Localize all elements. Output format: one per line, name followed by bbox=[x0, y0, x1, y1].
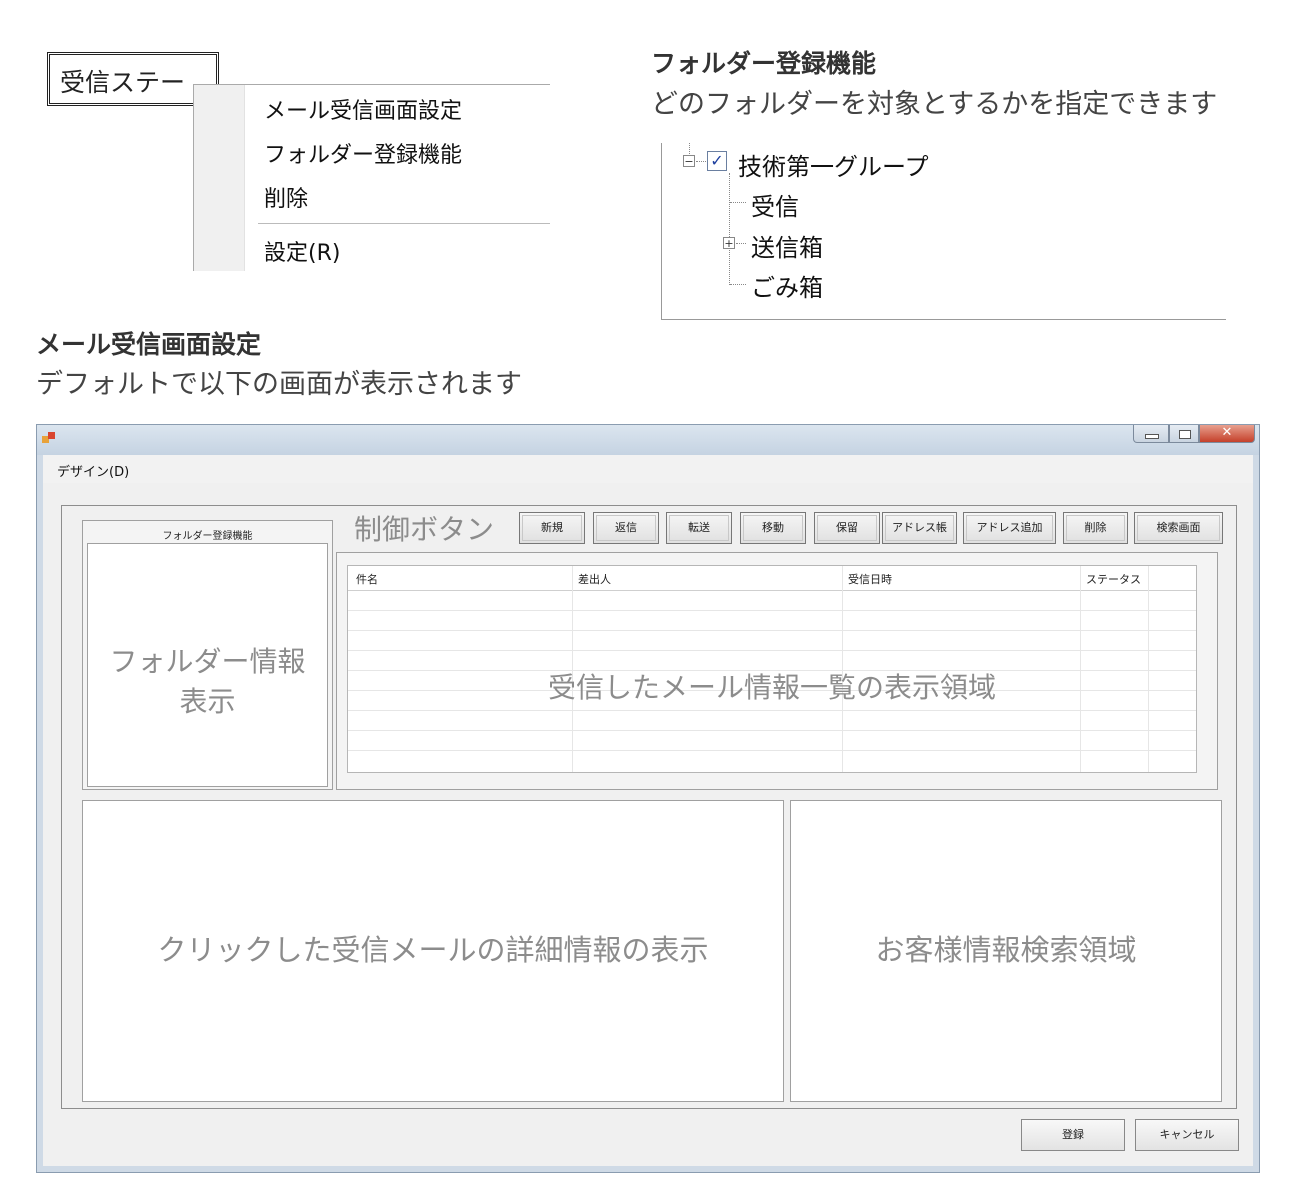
tree-connector bbox=[689, 143, 690, 154]
mail-section-title: メール受信画面設定 bbox=[36, 330, 262, 359]
folder-section-description: どのフォルダーを対象とするかを指定できます bbox=[651, 89, 1218, 120]
menu-item-mail-screen-settings[interactable]: メール受信画面設定 bbox=[264, 93, 462, 125]
checkbox-checked-icon[interactable]: ✓ bbox=[707, 151, 727, 171]
context-menu-icon-strip bbox=[194, 85, 245, 271]
mail-list-panel: 件名 差出人 受信日時 ステータス 受信したメール情報一覧の表示領域 bbox=[336, 552, 1218, 790]
hold-button[interactable]: 保留 bbox=[814, 512, 880, 544]
menu-item-folder-registration[interactable]: フォルダー登録機能 bbox=[264, 137, 462, 169]
reply-button[interactable]: 返信 bbox=[593, 512, 659, 544]
context-menu: メール受信画面設定 フォルダー登録機能 削除 設定(R) bbox=[193, 84, 550, 271]
window-client-area: フォルダー登録機能 フォルダー情報 表示 制御ボタン 新規 返信 転送 移動 保… bbox=[43, 483, 1253, 1166]
menu-item-settings[interactable]: 設定(R) bbox=[264, 235, 340, 267]
control-buttons-label: 制御ボタン bbox=[354, 513, 495, 546]
menu-design[interactable]: デザイン(D) bbox=[57, 461, 129, 480]
mail-detail-placeholder: クリックした受信メールの詳細情報の表示 bbox=[157, 933, 709, 967]
folder-info-line2: 表示 bbox=[179, 685, 236, 718]
app-window: ✕ デザイン(D) フォルダー登録機能 フォルダー情報 表示 制御ボタン 新規 … bbox=[36, 424, 1260, 1173]
mail-list-placeholder: 受信したメール情報一覧の表示領域 bbox=[547, 671, 996, 704]
search-screen-button[interactable]: 検索画面 bbox=[1134, 512, 1223, 544]
cancel-button[interactable]: キャンセル bbox=[1135, 1119, 1239, 1151]
column-subject[interactable]: 件名 bbox=[356, 571, 378, 587]
add-address-button[interactable]: アドレス追加 bbox=[963, 512, 1056, 544]
minimize-button[interactable] bbox=[1133, 425, 1169, 443]
customer-search-area[interactable]: お客様情報検索領域 bbox=[790, 800, 1222, 1102]
column-sender[interactable]: 差出人 bbox=[578, 571, 611, 587]
move-button[interactable]: 移動 bbox=[740, 512, 806, 544]
folder-group: フォルダー登録機能 フォルダー情報 表示 bbox=[82, 520, 333, 790]
folder-info-area[interactable]: フォルダー情報 表示 bbox=[87, 543, 328, 787]
address-book-button[interactable]: アドレス帳 bbox=[882, 512, 957, 544]
mail-list-grid[interactable]: 件名 差出人 受信日時 ステータス 受信したメール情報一覧の表示領域 bbox=[347, 565, 1197, 773]
column-received[interactable]: 受信日時 bbox=[848, 571, 892, 587]
close-button[interactable]: ✕ bbox=[1199, 425, 1255, 443]
folder-tree: − ✓ 技術第一グループ 受信 + 送信箱 ごみ箱 bbox=[661, 143, 1226, 320]
folder-info-line1: フォルダー情報 bbox=[109, 645, 306, 678]
tree-node-trash[interactable]: ごみ箱 bbox=[751, 268, 823, 303]
folder-group-caption: フォルダー登録機能 bbox=[162, 531, 253, 542]
window-titlebar: ✕ bbox=[37, 425, 1259, 455]
close-icon: ✕ bbox=[1221, 425, 1233, 440]
column-status[interactable]: ステータス bbox=[1086, 571, 1141, 587]
main-panel: フォルダー登録機能 フォルダー情報 表示 制御ボタン 新規 返信 転送 移動 保… bbox=[61, 505, 1237, 1109]
tree-connector bbox=[730, 284, 746, 285]
tree-node-outbox[interactable]: 送信箱 bbox=[751, 228, 823, 263]
mail-detail-area[interactable]: クリックした受信メールの詳細情報の表示 bbox=[82, 800, 784, 1102]
forward-button[interactable]: 転送 bbox=[666, 512, 732, 544]
delete-button[interactable]: 削除 bbox=[1063, 512, 1128, 544]
menu-item-delete[interactable]: 削除 bbox=[264, 181, 308, 213]
tree-connector bbox=[729, 173, 730, 285]
maximize-button[interactable] bbox=[1169, 425, 1199, 443]
tree-connector bbox=[730, 202, 746, 203]
tree-connector bbox=[696, 161, 706, 162]
receive-status-label: 受信ステー bbox=[60, 68, 186, 97]
app-icon bbox=[42, 429, 56, 443]
menu-separator bbox=[258, 223, 550, 224]
register-button[interactable]: 登録 bbox=[1021, 1119, 1125, 1151]
new-button[interactable]: 新規 bbox=[519, 512, 585, 544]
collapse-icon[interactable]: − bbox=[683, 155, 695, 167]
folder-section-title: フォルダー登録機能 bbox=[651, 49, 877, 78]
customer-search-placeholder: お客様情報検索領域 bbox=[875, 933, 1137, 967]
tree-node-inbox[interactable]: 受信 bbox=[751, 187, 799, 222]
mail-section-description: デフォルトで以下の画面が表示されます bbox=[36, 369, 522, 400]
tree-connector bbox=[736, 243, 746, 244]
menu-bar: デザイン(D) bbox=[43, 455, 1253, 484]
tree-node-root[interactable]: 技術第一グループ bbox=[738, 147, 929, 182]
expand-icon[interactable]: + bbox=[723, 237, 735, 249]
